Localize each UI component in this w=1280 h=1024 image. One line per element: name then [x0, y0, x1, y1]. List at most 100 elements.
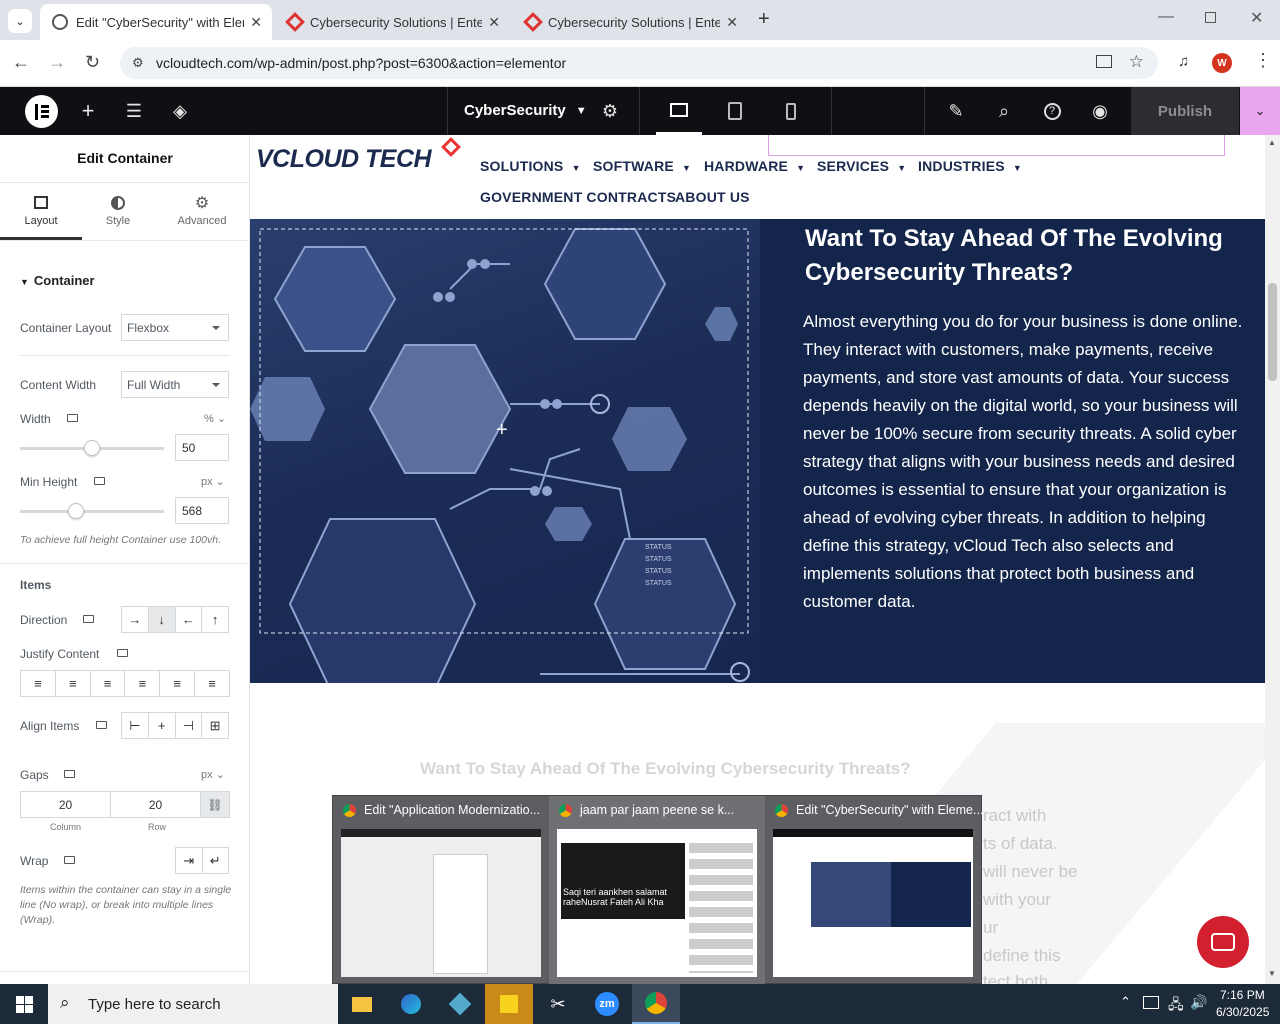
snipping-tool-icon[interactable]: ✂ — [534, 984, 582, 1024]
header-widget-outline[interactable] — [768, 135, 1225, 156]
add-element-plus-icon[interactable]: + — [65, 87, 111, 135]
edge-browser-icon[interactable] — [387, 984, 435, 1024]
scroll-up-arrow-icon[interactable]: ▲ — [1268, 138, 1276, 147]
browser-tab-site-1[interactable]: Cybersecurity Solutions | Enterp ✕ — [276, 4, 510, 40]
preview-window-3[interactable]: Edit "CyberSecurity" with Eleme... — [765, 796, 983, 985]
clock-date[interactable]: 6/30/2025 — [1216, 1005, 1269, 1019]
nav-government-contracts[interactable]: GOVERNMENT CONTRACTS — [480, 189, 676, 205]
show-hidden-icons-chevron-icon[interactable]: ⌃ — [1120, 994, 1131, 1010]
min-height-unit-select[interactable]: px ⌄ — [201, 475, 225, 488]
slider-handle[interactable] — [84, 440, 100, 456]
desktop-device-icon[interactable] — [94, 477, 105, 485]
no-wrap-icon[interactable]: ⇥ — [176, 848, 203, 873]
gaps-unit-select[interactable]: px ⌄ — [201, 768, 225, 781]
browser-tab-editor[interactable]: Edit "CyberSecurity" with Eleme ✕ — [40, 4, 272, 40]
nav-hardware[interactable]: HARDWARE ▼ — [704, 158, 805, 174]
align-end-icon[interactable]: ⊣ — [176, 713, 203, 738]
browser-menu-icon[interactable]: ⋮ — [1254, 50, 1272, 71]
windows-start-icon[interactable] — [0, 984, 48, 1024]
align-stretch-icon[interactable]: ⊞ — [202, 713, 228, 738]
section-toggle[interactable]: ▼ Container — [20, 273, 95, 288]
search-icon[interactable]: ⌕ — [981, 87, 1027, 135]
nav-industries[interactable]: INDUSTRIES ▼ — [918, 158, 1022, 174]
direction-row-arrow-icon[interactable]: → — [122, 607, 149, 632]
nav-services[interactable]: SERVICES ▼ — [817, 158, 906, 174]
media-control-icon[interactable]: ♫ — [1178, 53, 1189, 70]
bookmark-star-icon[interactable]: ☆ — [1129, 52, 1144, 72]
min-height-slider[interactable] — [20, 503, 164, 519]
tab-list-chevron-icon[interactable]: ⌄ — [8, 9, 32, 33]
network-icon[interactable]: 🖧 — [1168, 994, 1184, 1018]
justify-space-evenly-icon[interactable]: ≡ — [195, 671, 229, 696]
close-tab-icon[interactable]: ✕ — [726, 14, 738, 31]
tab-layout[interactable]: Layout — [0, 183, 82, 240]
minimize-window-icon[interactable]: — — [1158, 8, 1174, 26]
publish-options-chevron-icon[interactable]: ⌄ — [1240, 87, 1280, 135]
elementor-logo-icon[interactable] — [25, 95, 58, 128]
clock-time[interactable]: 7:16 PM — [1220, 988, 1265, 1002]
zoom-app-icon[interactable]: zm — [583, 984, 631, 1024]
direction-row-reverse-arrow-icon[interactable]: ← — [176, 607, 203, 632]
close-tab-icon[interactable]: ✕ — [250, 14, 262, 31]
desktop-device-icon[interactable] — [96, 721, 107, 729]
notification-badge-icon[interactable] — [1143, 996, 1159, 1009]
page-name-dropdown[interactable]: CyberSecurity ▼ — [464, 102, 587, 119]
nav-solutions[interactable]: SOLUTIONS ▼ — [480, 158, 581, 174]
site-settings-sliders-icon[interactable]: ☰ — [111, 87, 157, 135]
restore-window-icon[interactable] — [1205, 12, 1216, 23]
add-element-plus-icon[interactable]: + — [496, 419, 508, 442]
width-slider[interactable] — [20, 440, 164, 456]
mobile-view-icon[interactable] — [768, 87, 814, 135]
site-logo[interactable]: VCLOUD TECH — [256, 145, 432, 174]
address-bar[interactable]: ⚙ vcloudtech.com/wp-admin/post.php?post=… — [120, 47, 1158, 79]
container-layout-select[interactable]: Flexbox — [121, 314, 229, 341]
width-input[interactable]: 50 — [175, 434, 229, 461]
preview-eye-icon[interactable]: ◉ — [1077, 87, 1123, 135]
tab-advanced[interactable]: ⚙ Advanced — [154, 183, 250, 240]
preview-window-2[interactable]: jaam par jaam peene se k... Saqi teri aa… — [549, 796, 765, 985]
desktop-device-icon[interactable] — [117, 649, 128, 657]
close-tab-icon[interactable]: ✕ — [488, 14, 500, 31]
app-diamond-icon[interactable] — [436, 984, 484, 1024]
nav-software[interactable]: SOFTWARE ▼ — [593, 158, 691, 174]
desktop-view-icon[interactable] — [656, 87, 702, 135]
sticky-notes-icon[interactable] — [485, 984, 533, 1024]
scroll-down-arrow-icon[interactable]: ▼ — [1268, 969, 1276, 978]
chat-bubble-button[interactable] — [1197, 916, 1249, 968]
browser-tab-site-2[interactable]: Cybersecurity Solutions | Enterp ✕ — [514, 4, 748, 40]
forward-arrow-icon[interactable]: → — [48, 52, 66, 73]
chrome-taskbar-icon[interactable] — [632, 984, 680, 1024]
close-window-icon[interactable]: ✕ — [1250, 8, 1263, 28]
help-icon[interactable]: ? — [1029, 87, 1075, 135]
scrollbar-thumb[interactable] — [1268, 283, 1277, 381]
width-unit-select[interactable]: % ⌄ — [204, 412, 226, 425]
new-tab-plus-icon[interactable]: + — [758, 8, 770, 31]
content-width-select[interactable]: Full Width — [121, 371, 229, 398]
page-scrollbar[interactable]: ▲ ▼ — [1265, 135, 1280, 984]
volume-icon[interactable]: 🔊 — [1190, 994, 1207, 1011]
nav-about-us[interactable]: ABOUT US — [675, 189, 750, 205]
wrap-icon[interactable]: ↵ — [203, 848, 229, 873]
justify-end-icon[interactable]: ≡ — [91, 671, 126, 696]
link-gaps-chain-icon[interactable]: ⛓ — [201, 792, 229, 817]
file-explorer-icon[interactable] — [338, 984, 386, 1024]
direction-column-arrow-icon[interactable]: ↓ — [148, 607, 176, 632]
desktop-device-icon[interactable] — [64, 856, 75, 864]
cyber-hero-image[interactable]: STATUS STATUS STATUS STATUS + — [250, 219, 760, 683]
publish-button[interactable]: Publish — [1131, 87, 1239, 135]
desktop-device-icon[interactable] — [83, 615, 94, 623]
taskbar-search-box[interactable]: ⌕ Type here to search — [48, 984, 338, 1024]
justify-center-icon[interactable]: ≡ — [56, 671, 91, 696]
cast-off-icon[interactable] — [1096, 55, 1112, 68]
profile-avatar[interactable]: W — [1212, 53, 1232, 73]
reload-icon[interactable]: ↻ — [85, 52, 100, 73]
gap-column-input[interactable]: 20 — [21, 792, 111, 817]
justify-start-icon[interactable]: ≡ — [21, 671, 56, 696]
tablet-view-icon[interactable] — [712, 87, 758, 135]
page-settings-gear-icon[interactable]: ⚙ — [587, 87, 633, 135]
tab-style[interactable]: Style — [82, 183, 154, 240]
back-arrow-icon[interactable]: ← — [12, 52, 30, 73]
justify-space-between-icon[interactable]: ≡ — [125, 671, 161, 696]
slider-handle[interactable] — [68, 503, 85, 519]
notes-icon[interactable]: ✎ — [933, 87, 979, 135]
